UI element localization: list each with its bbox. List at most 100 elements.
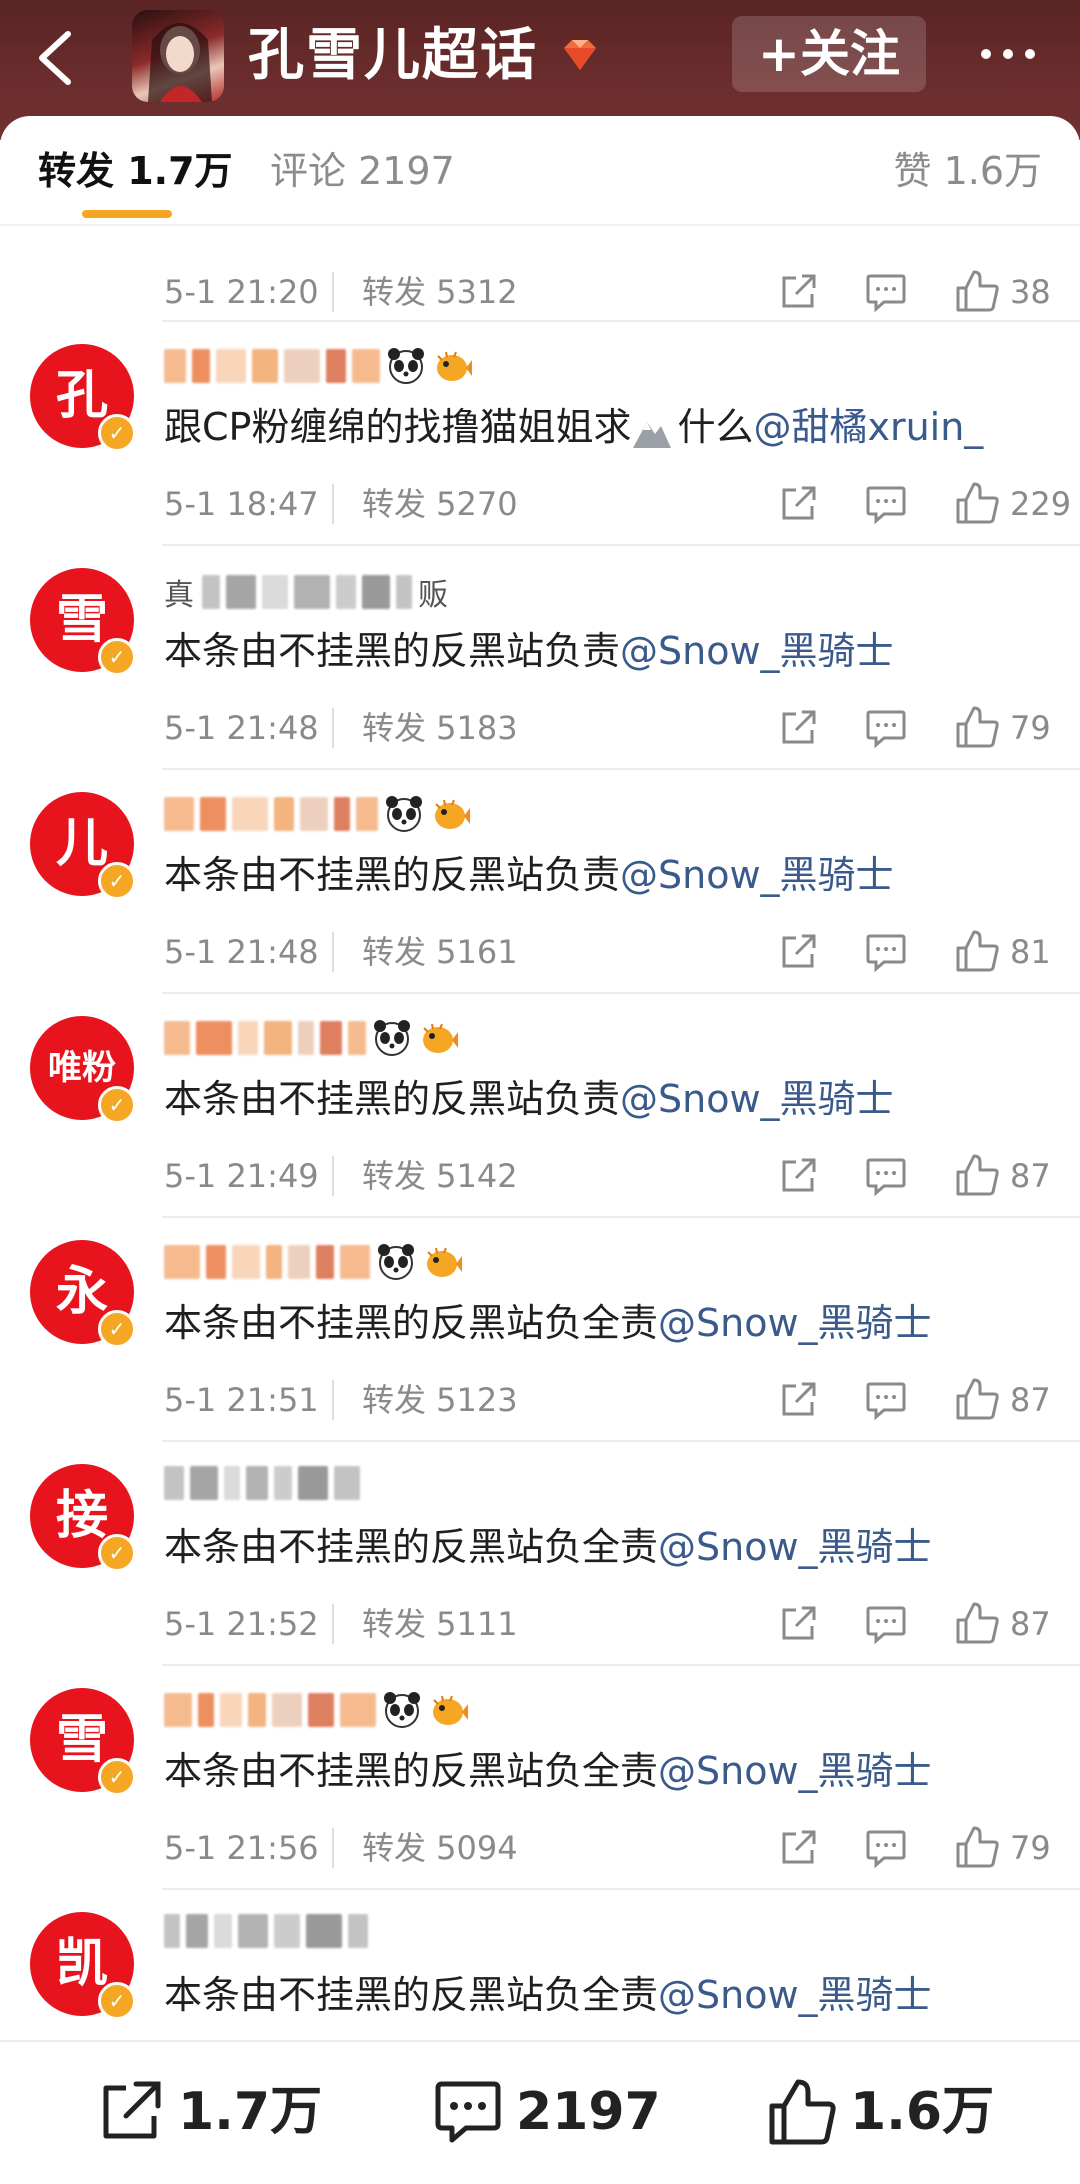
- censored-block: [334, 1466, 360, 1500]
- mountain-emoji-icon: [633, 421, 672, 448]
- censored-block: [192, 349, 210, 383]
- back-icon[interactable]: [28, 22, 84, 94]
- censored-block: [164, 1693, 192, 1727]
- repost-count[interactable]: 转发 5183: [362, 708, 518, 748]
- username-blurred[interactable]: [164, 1018, 464, 1058]
- mention-link[interactable]: @Snow_黑骑士: [658, 1301, 932, 1345]
- repost-count[interactable]: 转发 5123: [362, 1380, 518, 1420]
- like-icon[interactable]: [954, 928, 1000, 974]
- comment-body: 本条由不挂黑的反黑站负责: [164, 853, 621, 897]
- share-icon[interactable]: [776, 482, 820, 526]
- censored-block: [164, 1466, 184, 1500]
- username-blurred[interactable]: [164, 1466, 366, 1506]
- list-item: 唯粉 ✓ 本条由不挂黑的反黑站负责@Snow_黑骑士 5-1 21:49 转发 5142…: [0, 994, 1080, 1218]
- divider: [332, 932, 334, 972]
- bottom-comment-button[interactable]: 2197: [432, 2072, 661, 2152]
- share-icon[interactable]: [776, 1378, 820, 1422]
- repost-count[interactable]: 转发 5142: [362, 1156, 518, 1196]
- like-icon[interactable]: [954, 1600, 1000, 1646]
- repost-count[interactable]: 转发 5094: [362, 1828, 518, 1868]
- like-icon[interactable]: [954, 1152, 1000, 1198]
- mention-link[interactable]: @Snow_黑骑士: [620, 629, 894, 673]
- like-count: 87: [1010, 1605, 1051, 1643]
- username-blurred[interactable]: [164, 794, 476, 834]
- verified-icon: ✓: [98, 1982, 136, 2020]
- comment-icon[interactable]: [864, 272, 908, 312]
- mention-link[interactable]: @Snow_黑骑士: [620, 1077, 894, 1121]
- more-icon[interactable]: [976, 36, 1040, 72]
- censored-block: [198, 1693, 214, 1727]
- like-icon[interactable]: [954, 480, 1000, 526]
- comment-body: 跟CP粉缠绵的找撸猫姐姐求: [164, 405, 632, 449]
- comment-body-tail: 什么: [677, 405, 754, 449]
- mention-link[interactable]: @Snow_黑骑士: [620, 853, 894, 897]
- repost-time: 5-1 21:48: [164, 709, 319, 747]
- verified-icon: ✓: [98, 414, 136, 452]
- meta-row: 5-1 21:52 转发 5111 87: [164, 1598, 1064, 1650]
- supertopic-avatar[interactable]: [132, 10, 224, 102]
- meta-row: 5-1 21:48 转发 5183 79: [164, 702, 1064, 754]
- tab-bar: 转发 1.7万 评论 2197 赞 1.6万: [0, 116, 1080, 226]
- comment-icon[interactable]: [864, 1156, 908, 1196]
- tab-like[interactable]: 赞 1.6万: [893, 146, 1042, 196]
- share-icon[interactable]: [776, 270, 820, 314]
- share-icon[interactable]: [776, 1154, 820, 1198]
- username-blurred[interactable]: [164, 1690, 474, 1730]
- comment-text: 本条由不挂黑的反黑站负全责@Snow_黑骑士: [164, 1296, 932, 1350]
- comment-icon[interactable]: [864, 1604, 908, 1644]
- share-icon[interactable]: [776, 930, 820, 974]
- comment-count: 2197: [516, 2082, 661, 2142]
- censored-block: [226, 575, 256, 609]
- list-item: 儿 ✓ 本条由不挂黑的反黑站负责@Snow_黑骑士 5-1 21:48 转发 5161 8…: [0, 770, 1080, 994]
- censored-block: [248, 1693, 266, 1727]
- comment-icon[interactable]: [864, 932, 908, 972]
- username-blurred[interactable]: [164, 1242, 468, 1282]
- like-count: 229: [1010, 485, 1072, 523]
- list-item: 孔 ✓ 跟CP粉缠绵的找撸猫姐姐求 什么@甜橘xruin_ 5-1 18:47 转发 52…: [0, 322, 1080, 546]
- username-blurred[interactable]: [164, 346, 478, 386]
- follow-button[interactable]: +关注: [732, 16, 926, 92]
- repost-count[interactable]: 转发 5312: [362, 272, 518, 312]
- comment-icon[interactable]: [864, 1380, 908, 1420]
- verified-icon: ✓: [98, 1310, 136, 1348]
- comment-icon[interactable]: [864, 484, 908, 524]
- like-count: 87: [1010, 1381, 1051, 1419]
- comment-icon[interactable]: [864, 1828, 908, 1868]
- share-icon[interactable]: [776, 1602, 820, 1646]
- bottom-share-button[interactable]: 1.7万: [94, 2072, 322, 2152]
- like-count: 38: [1010, 273, 1051, 311]
- username-blurred[interactable]: 真贩: [164, 570, 448, 613]
- censored-block: [362, 575, 390, 609]
- meta-row: 5-1 21:48 转发 5161 81: [164, 926, 1064, 978]
- pufferfish-emoji-icon: [433, 1695, 468, 1725]
- repost-count[interactable]: 转发 5270: [362, 484, 518, 524]
- mention-link[interactable]: @Snow_黑骑士: [658, 1973, 932, 2017]
- like-icon[interactable]: [954, 1376, 1000, 1422]
- comment-text: 跟CP粉缠绵的找撸猫姐姐求 什么@甜橘xruin_: [164, 400, 983, 454]
- share-icon[interactable]: [776, 1826, 820, 1870]
- verified-icon: ✓: [98, 1534, 136, 1572]
- page-title: 孔雪儿超话: [248, 23, 538, 88]
- username-visible-text: 贩: [418, 578, 448, 613]
- comment-text: 本条由不挂黑的反黑站负全责@Snow_黑骑士: [164, 1968, 932, 2022]
- bottom-like-button[interactable]: 1.6万: [766, 2072, 994, 2152]
- like-icon[interactable]: [954, 1824, 1000, 1870]
- like-icon[interactable]: [954, 704, 1000, 750]
- repost-count[interactable]: 转发 5161: [362, 932, 518, 972]
- censored-block: [272, 1693, 302, 1727]
- username-blurred[interactable]: [164, 1914, 374, 1954]
- comment-icon[interactable]: [864, 708, 908, 748]
- mention-link[interactable]: @Snow_黑骑士: [658, 1525, 932, 1569]
- censored-block: [326, 349, 346, 383]
- mention-link[interactable]: @甜橘xruin_: [753, 405, 983, 449]
- tab-repost[interactable]: 转发 1.7万: [38, 146, 233, 196]
- tab-comment[interactable]: 评论 2197: [270, 146, 455, 196]
- like-icon[interactable]: [954, 268, 1000, 314]
- repost-count[interactable]: 转发 5111: [362, 1604, 518, 1644]
- mention-link[interactable]: @Snow_黑骑士: [658, 1749, 932, 1793]
- list-item: 雪 ✓ 真贩本条由不挂黑的反黑站负责@Snow_黑骑士 5-1 21:48 转发 518…: [0, 546, 1080, 770]
- censored-block: [396, 575, 412, 609]
- repost-time: 5-1 21:52: [164, 1605, 319, 1643]
- share-icon[interactable]: [776, 706, 820, 750]
- comment-text: 本条由不挂黑的反黑站负全责@Snow_黑骑士: [164, 1520, 932, 1574]
